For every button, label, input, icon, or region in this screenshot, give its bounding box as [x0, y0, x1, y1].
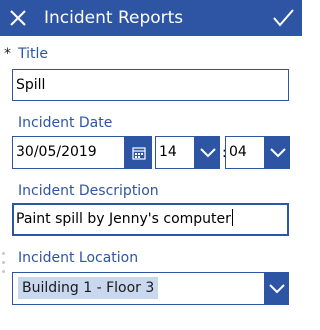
calendar-icon: [131, 146, 146, 160]
title-input[interactable]: Spill: [12, 69, 289, 101]
incident-description-label: Incident Description: [18, 183, 159, 199]
incident-description-input[interactable]: Paint spill by Jenny's computer: [12, 203, 289, 236]
page-title: Incident Reports: [44, 8, 184, 28]
chevron-down-icon: [268, 283, 285, 293]
close-button[interactable]: [6, 6, 30, 30]
required-marker: *: [4, 46, 11, 62]
minute-input[interactable]: 04: [225, 136, 265, 169]
date-input[interactable]: 30/05/2019: [12, 136, 125, 169]
date-picker-button[interactable]: [125, 136, 152, 169]
title-label: Title: [18, 46, 49, 62]
drag-handle: [2, 252, 6, 279]
app-header: Incident Reports: [0, 0, 302, 36]
hour-input[interactable]: 14: [155, 136, 195, 169]
incident-location-label: Incident Location: [18, 250, 139, 266]
chevron-down-icon: [269, 147, 286, 157]
text-caret: [231, 209, 233, 226]
checkmark-icon: [273, 9, 294, 27]
close-icon: [10, 10, 26, 26]
hour-dropdown-button[interactable]: [195, 136, 220, 169]
incident-date-label: Incident Date: [18, 115, 113, 131]
chevron-down-icon: [199, 147, 216, 157]
incident-description-text: Paint spill by Jenny's computer: [16, 211, 231, 227]
minute-dropdown-button[interactable]: [265, 136, 290, 169]
location-dropdown-button[interactable]: [264, 272, 289, 305]
incident-location-selected: Building 1 - Floor 3: [18, 277, 159, 299]
submit-button[interactable]: [271, 6, 295, 30]
